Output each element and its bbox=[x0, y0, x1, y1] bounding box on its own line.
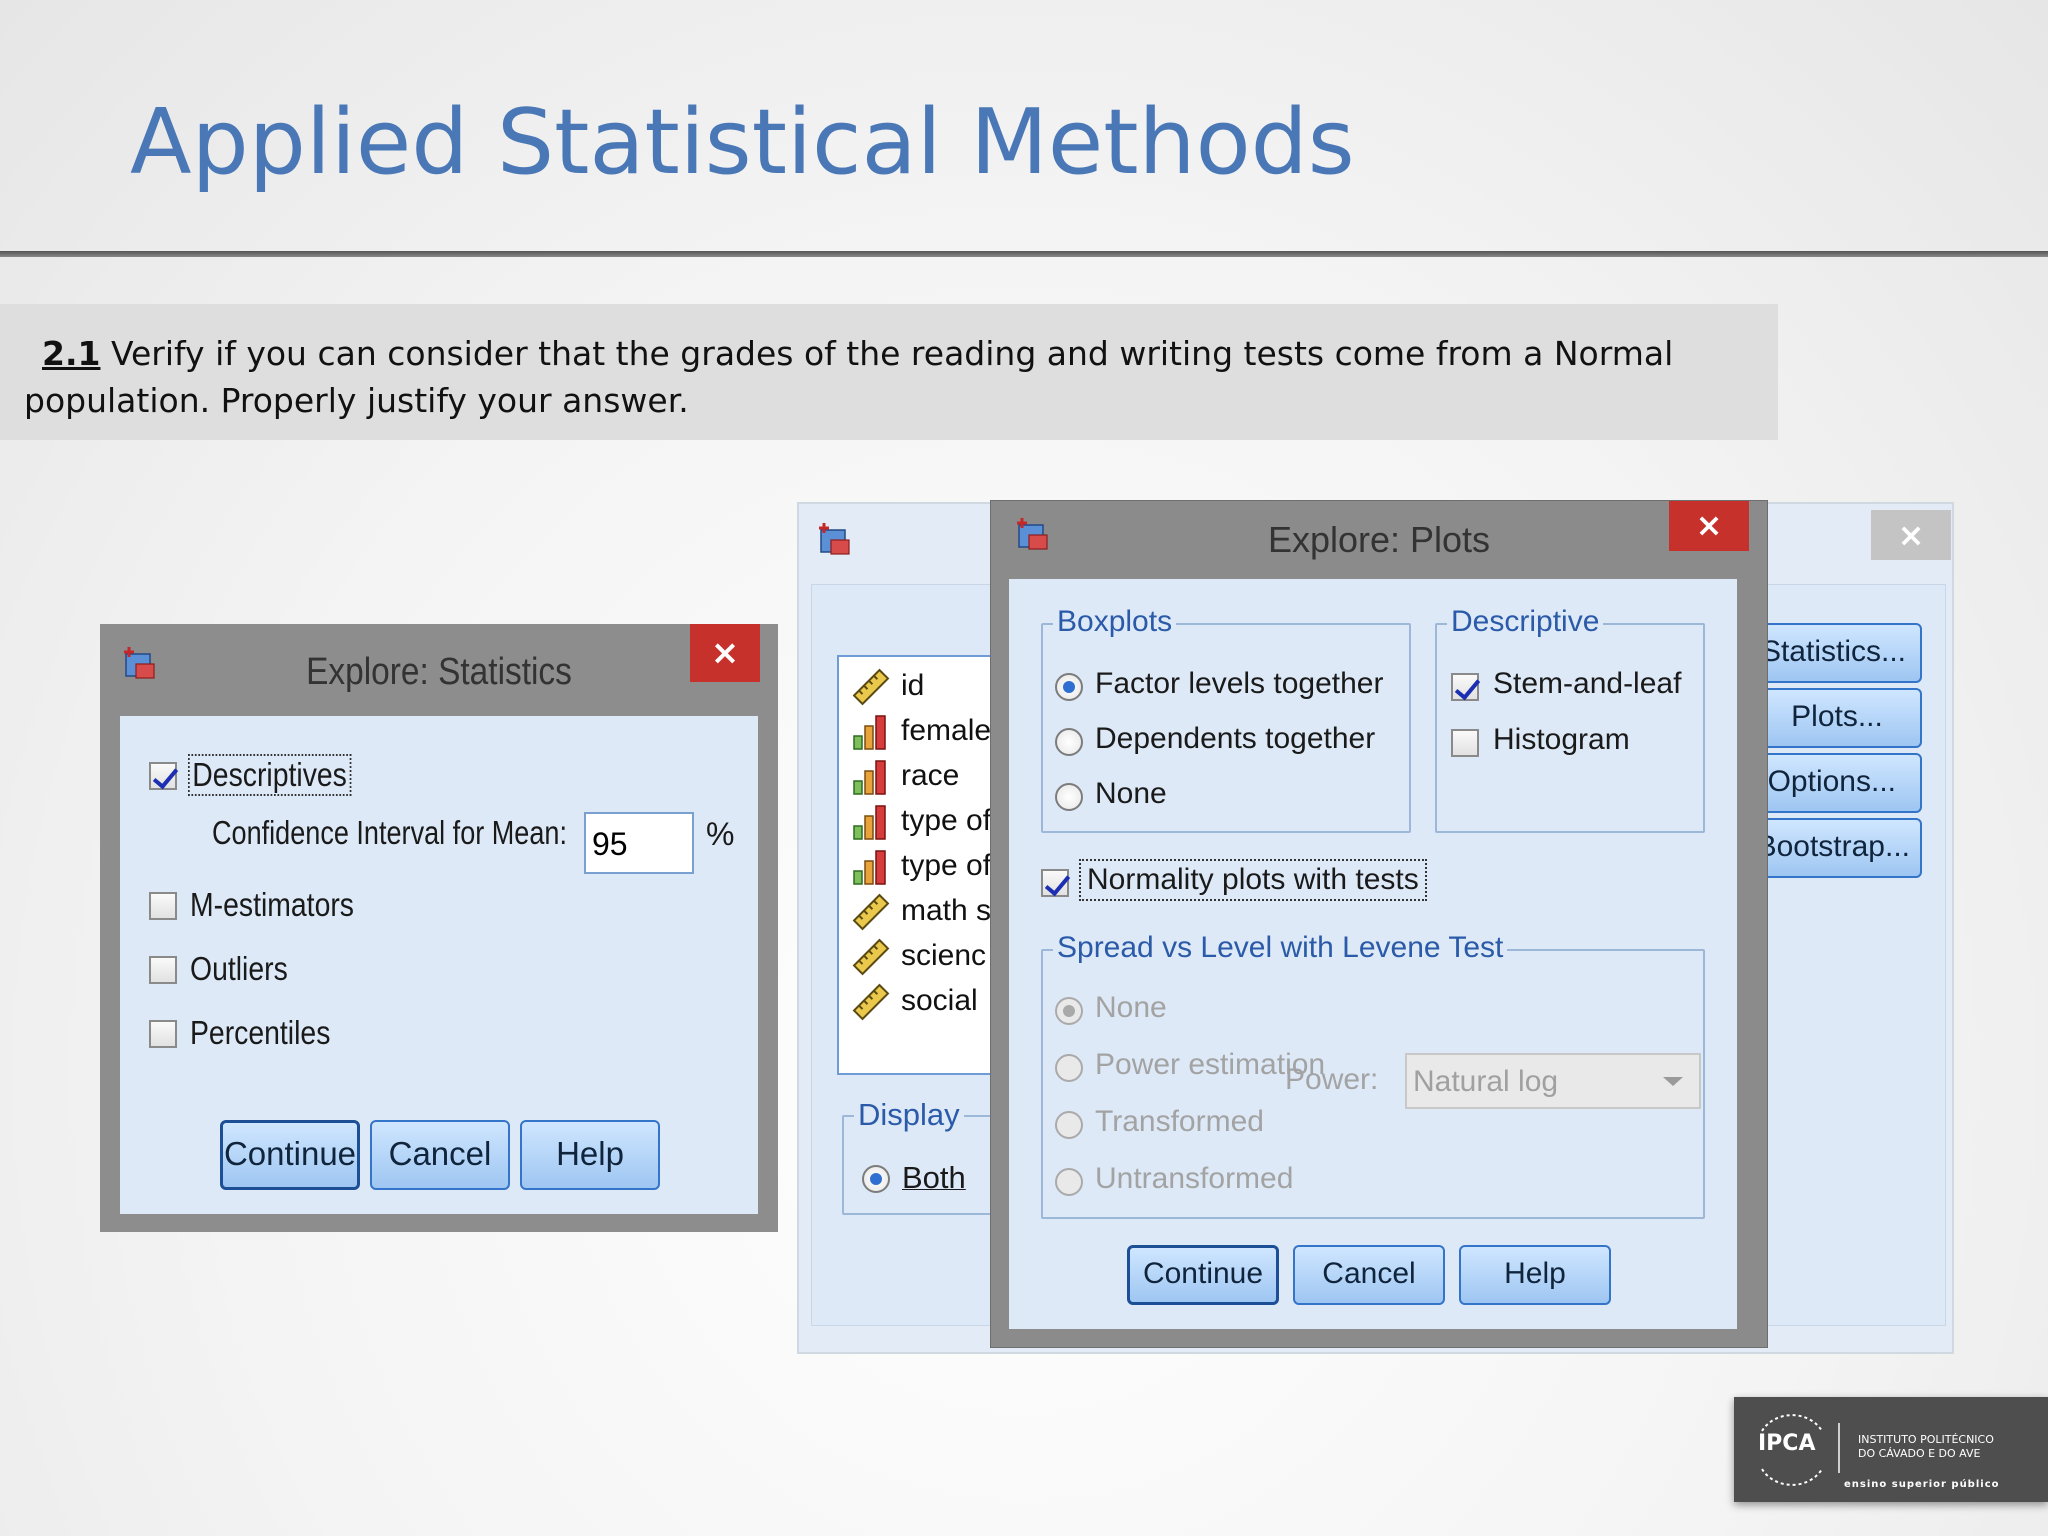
m-estimators-checkbox[interactable] bbox=[149, 892, 177, 920]
options-button-label: Options... bbox=[1767, 765, 1896, 798]
bar-chart-icon bbox=[853, 760, 886, 795]
spread-untransformed-radio[interactable] bbox=[1055, 1168, 1083, 1196]
dialog-body: Boxplots Factor levels together Dependent… bbox=[1009, 579, 1737, 1329]
boxplots-caption: Boxplots bbox=[1053, 605, 1177, 639]
statistics-button-label: Statistics... bbox=[1760, 635, 1906, 668]
boxplot-dependents-together-radio[interactable] bbox=[1055, 728, 1083, 756]
power-select-value: Natural log bbox=[1413, 1065, 1559, 1098]
normality-plots-label[interactable]: Normality plots with tests bbox=[1079, 859, 1427, 901]
confidence-interval-input[interactable]: 95 bbox=[584, 812, 694, 874]
spread-vs-level-caption: Spread vs Level with Levene Test bbox=[1053, 931, 1508, 965]
help-button[interactable]: Help bbox=[1459, 1245, 1611, 1305]
ruler-icon bbox=[852, 893, 890, 931]
close-button[interactable]: × bbox=[1669, 501, 1749, 551]
power-select[interactable]: Natural log bbox=[1405, 1053, 1701, 1109]
close-button[interactable]: × bbox=[690, 624, 760, 682]
bootstrap-button[interactable]: Bootstrap... bbox=[1752, 818, 1922, 878]
normality-plots-checkbox[interactable] bbox=[1041, 869, 1069, 897]
logo-line3: ensino superior público bbox=[1844, 1479, 2000, 1490]
task-statement: 2.1 Verify if you can consider that the … bbox=[0, 304, 1778, 440]
spread-transformed-label[interactable]: Transformed bbox=[1095, 1105, 1264, 1139]
outliers-label[interactable]: Outliers bbox=[190, 950, 288, 988]
variable-name: social bbox=[901, 984, 978, 1017]
spss-app-icon bbox=[819, 523, 850, 555]
stem-and-leaf-label[interactable]: Stem-and-leaf bbox=[1493, 667, 1681, 701]
boxplot-none-radio[interactable] bbox=[1055, 783, 1083, 811]
close-icon: × bbox=[710, 633, 740, 673]
close-icon: × bbox=[1695, 506, 1723, 544]
slide-title: Applied Statistical Methods bbox=[130, 90, 1355, 195]
confidence-interval-value: 95 bbox=[592, 826, 628, 862]
boxplot-dependents-together-label[interactable]: Dependents together bbox=[1095, 722, 1375, 756]
bootstrap-button-label: Bootstrap... bbox=[1756, 830, 1910, 863]
power-label: Power: bbox=[1285, 1063, 1379, 1096]
spread-power-estimation-radio[interactable] bbox=[1055, 1054, 1083, 1082]
descriptives-label[interactable]: Descriptives bbox=[188, 754, 352, 796]
bar-chart-icon bbox=[853, 805, 886, 840]
dialog-title: Explore: Statistics bbox=[306, 651, 572, 693]
logo-line2: DO CÁVADO E DO AVE bbox=[1858, 1447, 1981, 1460]
histogram-label[interactable]: Histogram bbox=[1493, 723, 1630, 757]
spread-transformed-radio[interactable] bbox=[1055, 1111, 1083, 1139]
task-text-line1: Verify if you can consider that the grad… bbox=[100, 334, 1674, 373]
bar-chart-icon bbox=[853, 850, 886, 885]
help-button[interactable]: Help bbox=[520, 1120, 660, 1190]
title-divider bbox=[0, 251, 2048, 257]
logo-rays bbox=[1761, 1414, 1823, 1486]
spread-untransformed-label[interactable]: Untransformed bbox=[1095, 1162, 1293, 1196]
display-caption: Display bbox=[854, 1097, 964, 1133]
dialog-title: Explore: Plots bbox=[1267, 519, 1491, 560]
ruler-icon bbox=[852, 668, 890, 706]
m-estimators-label[interactable]: M-estimators bbox=[190, 886, 354, 924]
continue-button[interactable]: Continue bbox=[1127, 1245, 1279, 1305]
close-button[interactable]: × bbox=[1871, 510, 1951, 560]
variable-name: id bbox=[901, 669, 925, 702]
task-text-line2: population. Properly justify your answer… bbox=[24, 381, 689, 420]
statistics-button[interactable]: Statistics... bbox=[1752, 623, 1922, 683]
display-both-radio[interactable] bbox=[862, 1165, 890, 1193]
ruler-icon bbox=[852, 983, 890, 1021]
descriptives-checkbox[interactable] bbox=[149, 762, 177, 790]
logo-separator bbox=[1838, 1423, 1840, 1473]
chevron-down-icon bbox=[1663, 1077, 1683, 1086]
explore-plots-dialog: Explore: Plots × Boxplots Factor levels … bbox=[990, 500, 1768, 1348]
boxplot-factor-levels-together-radio[interactable] bbox=[1055, 673, 1083, 701]
boxplot-none-label[interactable]: None bbox=[1095, 777, 1167, 811]
descriptive-caption: Descriptive bbox=[1447, 605, 1604, 639]
logo-line1: INSTITUTO POLITÉCNICO bbox=[1858, 1433, 1994, 1446]
ipca-logo: IPCA INSTITUTO POLITÉCNICO DO CÁVADO E D… bbox=[1734, 1397, 2048, 1502]
task-number: 2.1 bbox=[42, 334, 101, 373]
confidence-interval-label: Confidence Interval for Mean: bbox=[212, 814, 567, 851]
display-both-label[interactable]: Both bbox=[902, 1160, 966, 1196]
variable-name: math s bbox=[901, 894, 992, 927]
spread-none-radio[interactable] bbox=[1055, 997, 1083, 1025]
variable-name: race bbox=[901, 759, 960, 792]
plots-button[interactable]: Plots... bbox=[1752, 688, 1922, 748]
variable-name: female bbox=[901, 714, 992, 747]
histogram-checkbox[interactable] bbox=[1451, 729, 1479, 757]
cancel-button[interactable]: Cancel bbox=[370, 1120, 510, 1190]
bar-chart-icon bbox=[853, 715, 886, 750]
options-button[interactable]: Options... bbox=[1752, 753, 1922, 813]
ruler-icon bbox=[852, 938, 890, 976]
percent-unit: % bbox=[706, 816, 735, 852]
close-icon: × bbox=[1897, 516, 1925, 554]
percentiles-checkbox[interactable] bbox=[149, 1020, 177, 1048]
boxplot-factor-levels-together-label[interactable]: Factor levels together bbox=[1095, 667, 1383, 701]
dialog-body: Descriptives Confidence Interval for Mea… bbox=[120, 716, 758, 1214]
stem-and-leaf-checkbox[interactable] bbox=[1451, 673, 1479, 701]
cancel-button[interactable]: Cancel bbox=[1293, 1245, 1445, 1305]
explore-statistics-dialog: Explore: Statistics × Descriptives Confi… bbox=[100, 624, 778, 1232]
continue-button[interactable]: Continue bbox=[220, 1120, 360, 1190]
outliers-checkbox[interactable] bbox=[149, 956, 177, 984]
variable-name: scienc bbox=[901, 939, 987, 972]
plots-button-label: Plots... bbox=[1791, 700, 1883, 733]
variable-name: type of bbox=[901, 849, 992, 882]
spread-none-label[interactable]: None bbox=[1095, 991, 1167, 1025]
percentiles-label[interactable]: Percentiles bbox=[190, 1014, 330, 1052]
variable-name: type of bbox=[901, 804, 992, 837]
